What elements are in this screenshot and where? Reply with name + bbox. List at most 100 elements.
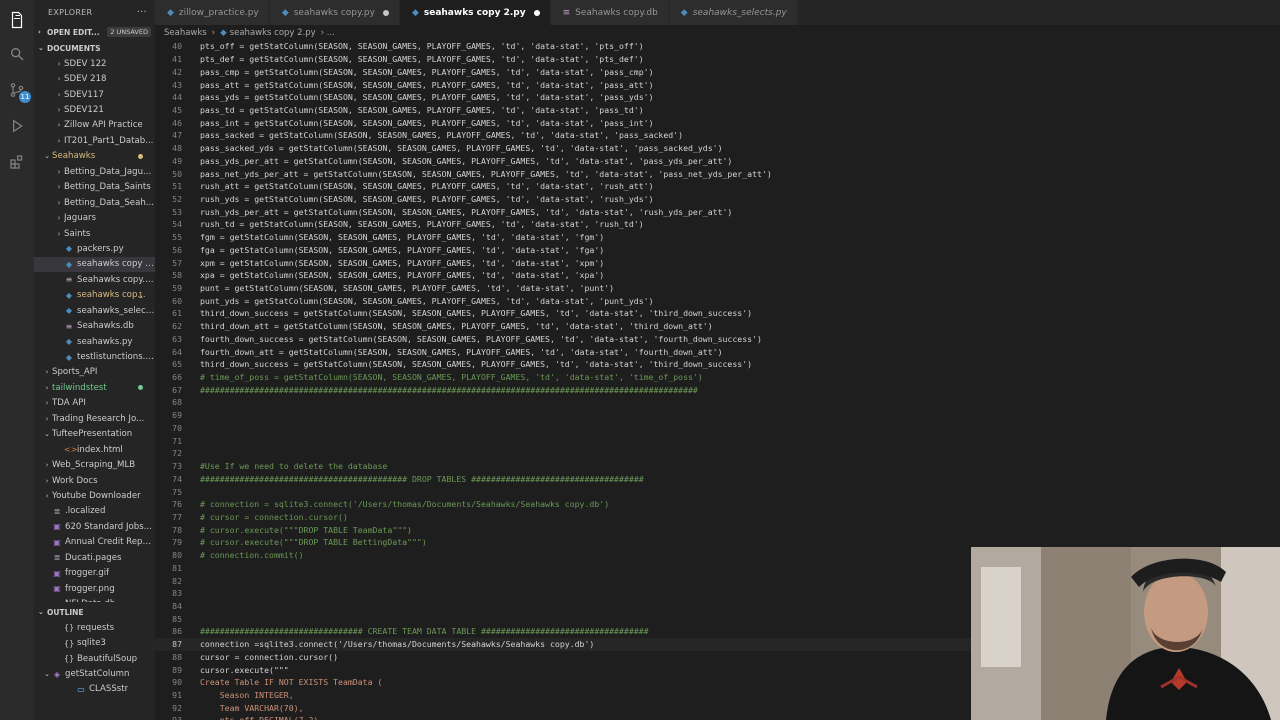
tree-item[interactable]: ≣ Ducati.pages (34, 550, 155, 565)
tree-item[interactable]: › Betting_Data_Jagu... (34, 164, 155, 179)
run-debug-icon[interactable] (5, 114, 29, 138)
breadcrumb-file[interactable]: seahawks copy 2.py (230, 28, 316, 38)
code-line[interactable]: 56 fga = getStatColumn(SEASON, SEASON_GAM… (155, 244, 1280, 257)
tree-item[interactable]: ◆ seahawks.py (34, 334, 155, 349)
tree-item[interactable]: ≡ Seahawks copy.db (34, 272, 155, 287)
code-line[interactable]: 55 fgm = getStatColumn(SEASON, SEASON_GAM… (155, 231, 1280, 244)
tree-item[interactable]: › Betting_Data_Seah... (34, 195, 155, 210)
code-line[interactable]: 75 (155, 485, 1280, 498)
tree-item[interactable]: ⌄ TufteePresentation (34, 427, 155, 442)
tree-item[interactable]: ◆ seahawks_selects.py (34, 303, 155, 318)
tree-item[interactable]: ◆ packers.py (34, 241, 155, 256)
more-actions-icon[interactable]: ··· (137, 7, 147, 18)
code-line[interactable]: 73 #Use If we need to delete the database (155, 460, 1280, 473)
code-line[interactable]: 64 fourth_down_att = getStatColumn(SEASON… (155, 345, 1280, 358)
tree-item[interactable]: › Trading Research Jo... (34, 411, 155, 426)
code-line[interactable]: 48 pass_sacked_yds = getStatColumn(SEASON… (155, 142, 1280, 155)
code-line[interactable]: 62 third_down_att = getStatColumn(SEASON,… (155, 320, 1280, 333)
tree-item[interactable]: ▣ Annual Credit Repor... (34, 535, 155, 550)
code-line[interactable]: 63 fourth_down_success = getStatColumn(SE… (155, 333, 1280, 346)
tree-item[interactable]: › Saints (34, 226, 155, 241)
tree-item[interactable]: ≣ .localized (34, 504, 155, 519)
tree-item[interactable]: › tailwindstest (34, 380, 155, 395)
code-line[interactable]: 58 xpa = getStatColumn(SEASON, SEASON_GAM… (155, 269, 1280, 282)
code-line[interactable]: 40 pts_off = getStatColumn(SEASON, SEASON… (155, 40, 1280, 53)
outline-section[interactable]: ⌄ OUTLINE (34, 604, 155, 620)
code-line[interactable]: 50 pass_net_yds_per_att = getStatColumn(S… (155, 167, 1280, 180)
tree-item[interactable]: › Betting_Data_Saints (34, 180, 155, 195)
tree-item[interactable]: › Work Docs (34, 473, 155, 488)
tree-item[interactable]: ◆ testlistunctions.py (34, 349, 155, 364)
code-line[interactable]: 52 rush_yds = getStatColumn(SEASON, SEASO… (155, 193, 1280, 206)
code-line[interactable]: 76 # connection = sqlite3.connect('/Users… (155, 498, 1280, 511)
code-line[interactable]: 71 (155, 434, 1280, 447)
code-line[interactable]: 54 rush_td = getStatColumn(SEASON, SEASON… (155, 218, 1280, 231)
code-line[interactable]: 41 pts_def = getStatColumn(SEASON, SEASON… (155, 53, 1280, 66)
code-line[interactable]: 70 (155, 422, 1280, 435)
tree-item[interactable]: ◆ seahawks copy 2.py (34, 256, 155, 273)
code-line[interactable]: 43 pass_att = getStatColumn(SEASON, SEASO… (155, 78, 1280, 91)
tree-item[interactable]: › IT201_Part1_Datab... (34, 133, 155, 148)
code-line[interactable]: 42 pass_cmp = getStatColumn(SEASON, SEASO… (155, 65, 1280, 78)
tree-item[interactable]: › Zillow API Practice (34, 118, 155, 133)
code-line[interactable]: 72 (155, 447, 1280, 460)
tree-item[interactable]: › Jaguars (34, 210, 155, 225)
tree-item[interactable]: › SDEV117 (34, 87, 155, 102)
search-icon[interactable] (5, 42, 29, 66)
files-icon[interactable] (5, 8, 29, 32)
tree-item[interactable]: › SDEV121 (34, 102, 155, 117)
code-line[interactable]: 68 (155, 396, 1280, 409)
code-line[interactable]: 44 pass_yds = getStatColumn(SEASON, SEASO… (155, 91, 1280, 104)
tree-item[interactable]: › Sports_API (34, 365, 155, 380)
code-line[interactable]: 74 ######################################… (155, 472, 1280, 485)
tree-item[interactable]: <> index.html (34, 442, 155, 457)
tree-item[interactable]: ◆ seahawks cop... 1 (34, 288, 155, 303)
editor-tab[interactable]: ◆ seahawks copy.py (269, 0, 400, 25)
code-line[interactable]: 78 # cursor.execute("""DROP TABLE TeamDat… (155, 523, 1280, 536)
code-line[interactable]: 51 rush_att = getStatColumn(SEASON, SEASO… (155, 180, 1280, 193)
code-line[interactable]: 57 xpm = getStatColumn(SEASON, SEASON_GAM… (155, 256, 1280, 269)
tree-item[interactable]: ⌄ Seahawks (34, 149, 155, 164)
tree-item[interactable]: › Youtube Downloader (34, 488, 155, 503)
code-line[interactable]: 66 # time_of_poss = getStatColumn(SEASON,… (155, 371, 1280, 384)
unsaved-dot-icon[interactable] (382, 9, 389, 16)
tree-item[interactable]: › Web_Scraping_MLB (34, 457, 155, 472)
editor-tab[interactable]: ◆ zillow_practice.py (155, 0, 270, 25)
documents-section[interactable]: ⌄ DOCUMENTS (34, 40, 155, 56)
breadcrumb-tail[interactable]: › ... (321, 28, 335, 38)
extensions-icon[interactable] (5, 150, 29, 174)
unsaved-dot-icon[interactable] (533, 9, 540, 16)
editor-tab[interactable]: ≡ Seahawks copy.db (550, 0, 669, 25)
tree-item[interactable]: › TDA API (34, 396, 155, 411)
tree-item[interactable]: ≡NFLData.db (34, 596, 155, 602)
tree-item-label: Jaguars (64, 213, 96, 224)
tree-item[interactable]: ▣ frogger.gif (34, 565, 155, 580)
source-control-icon[interactable]: 11 (5, 78, 31, 103)
tree-item[interactable]: › SDEV 218 (34, 71, 155, 86)
code-line[interactable]: 65 third_down_success = getStatColumn(SEA… (155, 358, 1280, 371)
code-line[interactable]: 77 # cursor = connection.cursor() (155, 511, 1280, 524)
code-line[interactable]: 46 pass_int = getStatColumn(SEASON, SEASO… (155, 116, 1280, 129)
outline-item[interactable]: {} BeautifulSoup (34, 651, 155, 666)
open-editors-section[interactable]: › OPEN EDIT... 2 UNSAVED (34, 24, 155, 40)
tree-item[interactable]: › SDEV 122 (34, 56, 155, 71)
tree-item[interactable]: ▣ frogger.png (34, 581, 155, 596)
outline-item[interactable]: {} sqlite3 (34, 635, 155, 650)
code-line[interactable]: 49 pass_yds_per_att = getStatColumn(SEASO… (155, 154, 1280, 167)
outline-item[interactable]: {} requests (34, 620, 155, 635)
editor-tab[interactable]: ◆ seahawks copy 2.py (399, 0, 551, 25)
code-line[interactable]: 69 (155, 409, 1280, 422)
tree-item[interactable]: ≡ Seahawks.db (34, 318, 155, 333)
code-line[interactable]: 53 rush_yds_per_att = getStatColumn(SEASO… (155, 205, 1280, 218)
code-line[interactable]: 59 punt = getStatColumn(SEASON, SEASON_GA… (155, 282, 1280, 295)
tree-item[interactable]: ▣ 620 Standard Jobs... (34, 519, 155, 534)
code-line[interactable]: 60 punt_yds = getStatColumn(SEASON, SEASO… (155, 294, 1280, 307)
editor-tab[interactable]: ◆ seahawks_selects.py (668, 0, 798, 25)
code-line[interactable]: 61 third_down_success = getStatColumn(SEA… (155, 307, 1280, 320)
code-line[interactable]: 47 pass_sacked = getStatColumn(SEASON, SE… (155, 129, 1280, 142)
outline-item[interactable]: ⌄ ◈ getStatColumn (34, 666, 155, 681)
code-line[interactable]: 45 pass_td = getStatColumn(SEASON, SEASON… (155, 104, 1280, 117)
code-line[interactable]: 67 ######################################… (155, 383, 1280, 396)
outline-item[interactable]: ▭ CLASSstr (34, 682, 155, 697)
breadcrumb-folder[interactable]: Seahawks (164, 28, 207, 38)
